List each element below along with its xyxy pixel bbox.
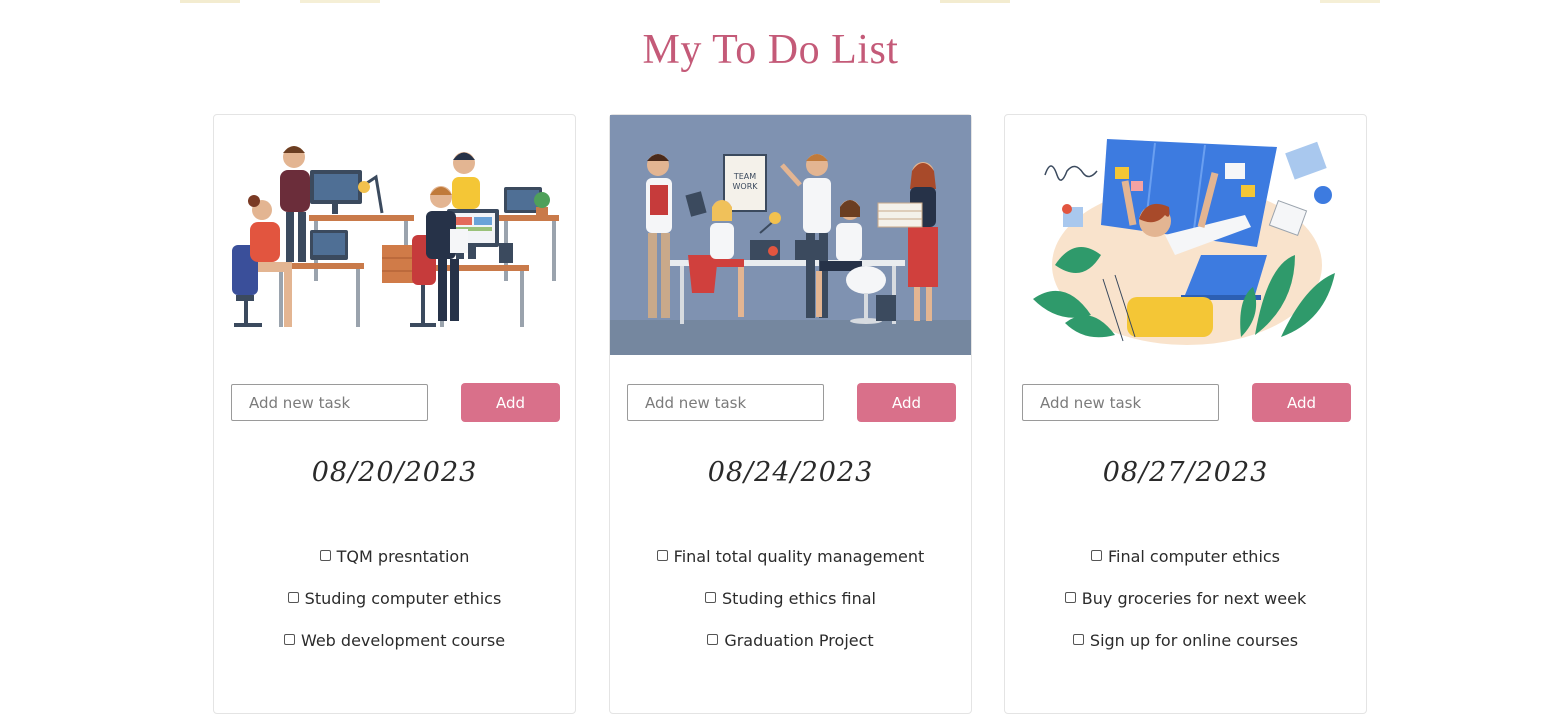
task-checkbox[interactable] <box>707 634 719 645</box>
poster-text-line-2: WORK <box>732 182 758 191</box>
task-checkbox[interactable] <box>1072 634 1084 645</box>
todo-card: TEAM WORK Add new task Add 08/24/2023 Fi… <box>609 114 972 714</box>
task-checkbox[interactable] <box>1090 550 1102 561</box>
task-item[interactable]: Graduation Project <box>610 631 971 650</box>
new-task-input[interactable] <box>1022 384 1219 421</box>
task-label: Sign up for online courses <box>1089 631 1299 650</box>
kanban-board-illustration <box>1005 115 1366 355</box>
task-item[interactable]: Sign up for online courses <box>1005 631 1366 650</box>
task-checkbox[interactable] <box>283 634 295 645</box>
poster-text-line-1: TEAM <box>733 172 756 181</box>
task-item[interactable]: Buy groceries for next week <box>1005 589 1366 608</box>
task-label: Studing computer ethics <box>304 589 502 608</box>
add-task-button[interactable]: Add <box>857 383 956 422</box>
new-task-input[interactable] <box>627 384 824 421</box>
top-decoration <box>180 0 1380 3</box>
task-checkbox[interactable] <box>287 592 299 603</box>
task-item[interactable]: Studing ethics final <box>610 589 971 608</box>
task-item[interactable]: Final total quality management <box>610 547 971 566</box>
task-item[interactable]: Web development course <box>214 631 575 650</box>
card-date: 08/24/2023 <box>707 457 874 488</box>
task-checkbox[interactable] <box>319 550 331 561</box>
task-label: Final computer ethics <box>1107 547 1281 566</box>
task-checkbox[interactable] <box>1064 592 1076 603</box>
task-label: Graduation Project <box>724 631 874 650</box>
todo-card: Add 08/20/2023 TQM presntation Studing c… <box>213 114 576 714</box>
task-label: Buy groceries for next week <box>1081 589 1307 608</box>
page-title: My To Do List <box>642 27 899 73</box>
task-label: Studing ethics final <box>722 589 876 608</box>
add-task-button[interactable]: Add <box>1252 383 1351 422</box>
task-label: TQM presntation <box>336 547 470 566</box>
add-task-button[interactable]: Add <box>461 383 560 422</box>
todo-card: Add 08/27/2023 Final computer ethics Buy… <box>1004 114 1367 714</box>
card-date: 08/20/2023 <box>311 457 478 488</box>
task-checkbox[interactable] <box>656 550 668 561</box>
task-label: Web development course <box>300 631 506 650</box>
task-item[interactable]: Final computer ethics <box>1005 547 1366 566</box>
task-checkbox[interactable] <box>705 592 717 603</box>
new-task-input[interactable] <box>231 384 428 421</box>
task-label: Final total quality management <box>673 547 925 566</box>
office-team-illustration <box>214 115 575 355</box>
card-date: 08/27/2023 <box>1102 457 1269 488</box>
task-item[interactable]: TQM presntation <box>214 547 575 566</box>
teamwork-meeting-illustration: TEAM WORK <box>610 115 971 355</box>
task-item[interactable]: Studing computer ethics <box>214 589 575 608</box>
